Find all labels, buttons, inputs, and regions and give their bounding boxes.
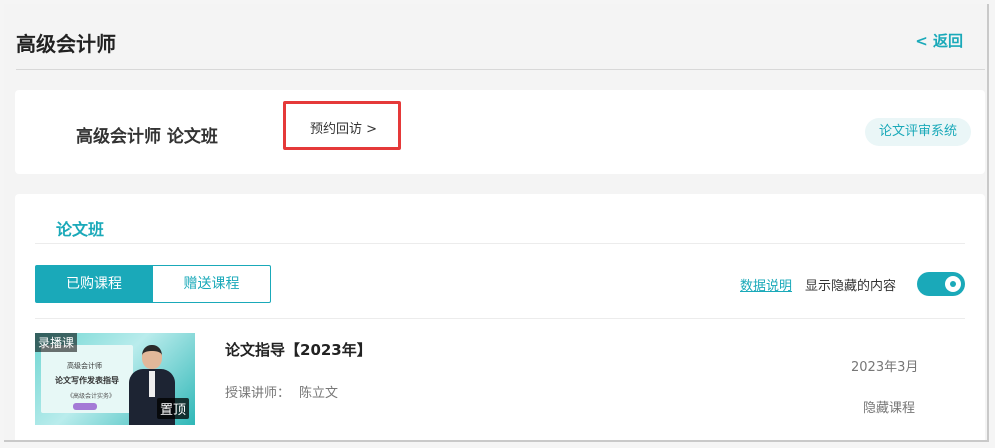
lecturer-label: 授课讲师： [225,386,291,401]
thumbnail-line2: 论文写作发表指导 [55,376,119,385]
pin-badge: 置顶 [156,398,189,419]
appointment-link[interactable]: 预约回访 > [283,101,401,150]
toggle-knob [945,276,961,292]
course-card: 高级会计师 论文班 预约回访 > 论文评审系统 [15,90,985,174]
course-tabs: 已购课程 赠送课程 [35,265,271,303]
course-name: 高级会计师 论文班 [76,127,218,147]
app-frame: 高级会计师 < 返回 高级会计师 论文班 预约回访 > 论文评审系统 论文班 已… [4,4,989,442]
lesson-title[interactable]: 论文指导【2023年】 [225,339,372,360]
course-list-card: 论文班 已购课程 赠送课程 数据说明 显示隐藏的内容 高级会计师 论文写作发表指… [15,194,985,440]
row-divider [35,318,965,319]
lecturer-name: 陈立文 [299,386,339,401]
data-description-link[interactable]: 数据说明 [740,275,792,294]
show-hidden-label: 显示隐藏的内容 [805,279,897,294]
presenter-head [142,345,162,369]
back-link[interactable]: < 返回 [915,30,963,51]
lesson-thumbnail[interactable]: 高级会计师 论文写作发表指导 《高级会计实务》 录播课 置顶 [35,333,195,425]
thumbnail-pill [73,403,97,410]
header-divider [16,69,985,70]
show-hidden-toggle[interactable] [917,272,965,296]
tab-gifted-courses[interactable]: 赠送课程 [153,265,271,303]
hidden-course-label: 隐藏课程 [863,401,916,416]
page-title: 高级会计师 [16,32,116,56]
section-title: 论文班 [56,220,105,239]
presenter-tie [149,371,155,397]
thumbnail-poster: 高级会计师 论文写作发表指导 《高级会计实务》 [41,345,133,413]
thumbnail-line1: 高级会计师 [67,362,102,370]
review-system-button[interactable]: 论文评审系统 [864,118,971,146]
tab-purchased-courses[interactable]: 已购课程 [35,265,153,303]
recorded-badge: 录播课 [35,333,78,352]
lesson-date: 2023年3月 [851,360,919,375]
section-divider [35,243,965,244]
thumbnail-line3: 《高级会计实务》 [67,393,116,400]
